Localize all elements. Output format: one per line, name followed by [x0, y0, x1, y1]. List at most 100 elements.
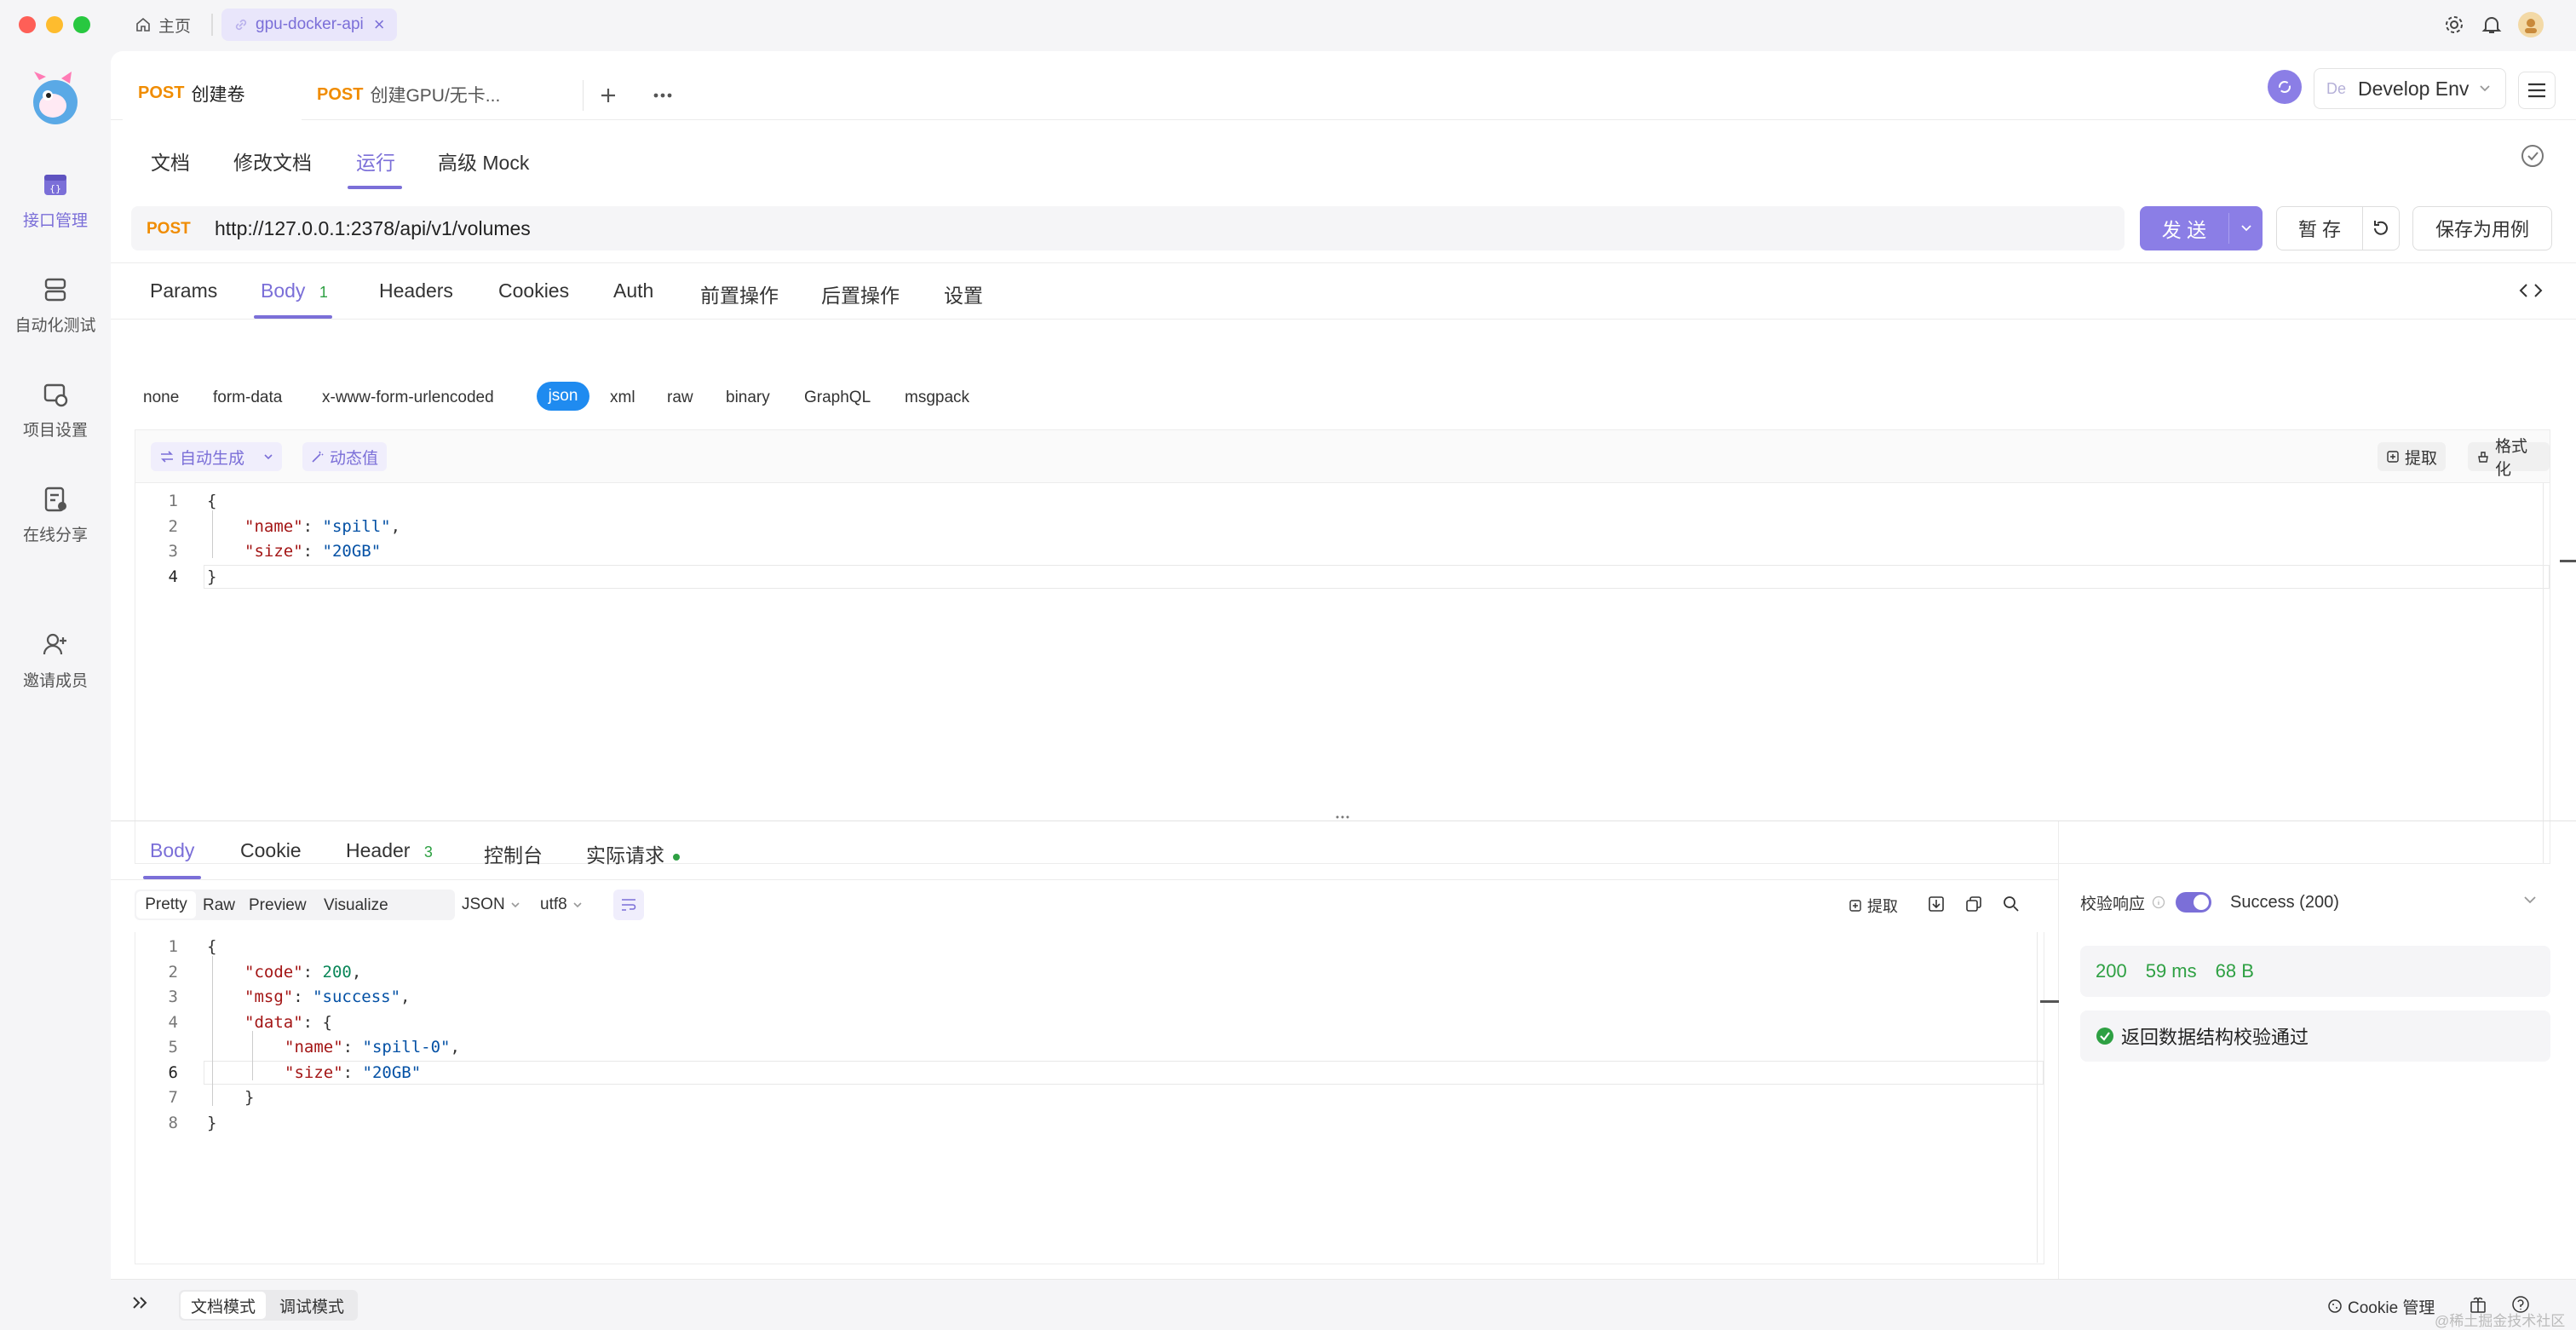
bell-icon[interactable]	[2481, 14, 2503, 36]
word-wrap-icon[interactable]	[613, 890, 644, 920]
zoom-window-button[interactable]	[73, 16, 90, 33]
send-button-group: 发 送	[2140, 206, 2263, 250]
tab-cookies[interactable]: Cookies	[498, 279, 569, 302]
double-chevron-right-icon[interactable]	[131, 1295, 150, 1310]
scrollbar-marker	[2560, 560, 2576, 562]
body-type-raw[interactable]: raw	[667, 389, 693, 407]
request-tab-create-gpu[interactable]: POST 创建GPU/无卡...	[302, 68, 523, 121]
project-tab[interactable]: gpu-docker-api ×	[221, 9, 397, 41]
auto-generate-button[interactable]: 自动生成	[151, 442, 283, 471]
body-type-xml[interactable]: xml	[610, 389, 635, 407]
environment-select[interactable]: De Develop Env	[2314, 68, 2506, 109]
validation-message: 返回数据结构校验通过	[2121, 1027, 2309, 1048]
code-icon[interactable]	[2518, 279, 2544, 302]
rail-item-project-settings[interactable]: 项目设置	[0, 380, 111, 440]
line-number: 8	[168, 1114, 178, 1132]
send-button[interactable]: 发 送	[2140, 206, 2228, 250]
extract-button[interactable]: 提取	[2378, 442, 2447, 471]
request-tab-create-volume[interactable]: POST 创建卷	[123, 68, 302, 121]
request-body-editor[interactable]: 自动生成 动态值 提取 格式化 1 2 3 4 {"name": "spill…	[135, 429, 2576, 864]
body-type-urlencoded[interactable]: x-www-form-urlencoded	[322, 389, 494, 407]
rail-item-autotest[interactable]: 自动化测试	[0, 275, 111, 336]
close-tab-icon[interactable]: ×	[374, 14, 385, 36]
add-tab-icon[interactable]	[595, 82, 622, 109]
body-type-json[interactable]: json	[537, 382, 589, 411]
view-mode-raw[interactable]: Raw	[203, 896, 235, 915]
magic-wand-icon	[311, 450, 325, 463]
settings-icon[interactable]	[2443, 14, 2465, 36]
doc-mode-button[interactable]: 文档模式	[181, 1292, 266, 1319]
response-tab-header[interactable]: Header 3	[346, 839, 433, 862]
body-type-msgpack[interactable]: msgpack	[905, 389, 969, 407]
view-mode-visualize[interactable]: Visualize	[324, 896, 388, 915]
response-tab-cookie[interactable]: Cookie	[240, 839, 302, 862]
format-button[interactable]: 格式化	[2468, 438, 2550, 479]
sync-icon[interactable]	[2268, 70, 2302, 104]
dynamic-value-button[interactable]: 动态值	[302, 442, 388, 471]
url-input[interactable]: http://127.0.0.1:2378/api/v1/volumes	[215, 217, 531, 240]
body-type-form-data[interactable]: form-data	[213, 389, 282, 407]
view-mode-preview[interactable]: Preview	[249, 896, 307, 915]
home-tab[interactable]: 主页	[135, 9, 191, 41]
url-method[interactable]: POST	[147, 220, 191, 239]
scrollbar-track[interactable]	[2037, 932, 2038, 1263]
chevron-down-icon[interactable]	[2523, 895, 2537, 905]
current-line-highlight	[204, 1061, 2044, 1085]
tab-run[interactable]: 运行	[356, 147, 395, 176]
tab-edit-doc[interactable]: 修改文档	[233, 147, 312, 176]
tab-headers[interactable]: Headers	[379, 279, 453, 302]
line-number: 4	[168, 567, 178, 586]
more-icon[interactable]	[649, 82, 676, 109]
tab-doc[interactable]: 文档	[151, 147, 190, 176]
code-token: "spill-0"	[362, 1038, 451, 1057]
debug-mode-button[interactable]: 调试模式	[267, 1292, 356, 1319]
download-icon[interactable]	[1927, 895, 1946, 913]
response-extract-button[interactable]: 提取	[1849, 895, 1898, 917]
rail-item-share[interactable]: 在线分享	[0, 485, 111, 545]
tab-auth[interactable]: Auth	[613, 279, 653, 302]
user-avatar[interactable]	[2518, 12, 2544, 37]
reset-button[interactable]	[2362, 206, 2400, 250]
copy-icon[interactable]	[1964, 895, 1983, 913]
tab-advanced-mock[interactable]: 高级 Mock	[438, 147, 529, 176]
title-bar: 主页 gpu-docker-api ×	[0, 0, 2576, 51]
tab-settings[interactable]: 设置	[944, 279, 983, 308]
body-type-graphql[interactable]: GraphQL	[804, 389, 871, 407]
body-type-none[interactable]: none	[143, 389, 179, 407]
tab-pre-actions[interactable]: 前置操作	[700, 279, 779, 308]
view-mode-pretty[interactable]: Pretty	[136, 891, 196, 918]
url-bar: POST http://127.0.0.1:2378/api/v1/volume…	[131, 206, 2125, 250]
save-as-case-button[interactable]: 保存为用例	[2412, 206, 2552, 250]
line-number: 1	[168, 492, 178, 510]
code-token: "spill"	[322, 517, 391, 536]
minimize-window-button[interactable]	[46, 16, 63, 33]
close-window-button[interactable]	[19, 16, 36, 33]
response-tab-console[interactable]: 控制台	[484, 839, 543, 868]
body-type-binary[interactable]: binary	[726, 389, 770, 407]
tab-post-actions[interactable]: 后置操作	[821, 279, 900, 308]
save-temp-button[interactable]: 暂 存	[2276, 206, 2363, 250]
search-icon[interactable]	[2002, 895, 2021, 913]
format-select[interactable]: JSON	[450, 890, 520, 920]
tab-body[interactable]: Body 1	[261, 279, 328, 302]
validation-toggle[interactable]	[2176, 892, 2212, 913]
tab-params[interactable]: Params	[150, 279, 217, 302]
menu-icon[interactable]	[2518, 72, 2556, 109]
history-icon[interactable]	[2518, 141, 2547, 170]
cookie-management-button[interactable]: Cookie 管理	[2327, 1295, 2435, 1317]
response-body-viewer[interactable]: 1 2 3 4 5 6 7 8 { "code": 200, "msg": "s…	[135, 932, 2059, 1264]
response-size: 68 B	[2215, 960, 2254, 982]
active-tab-underline	[348, 186, 402, 189]
response-tab-actual-request[interactable]: 实际请求	[586, 839, 681, 868]
encoding-select[interactable]: utf8	[528, 890, 583, 920]
rail-item-api[interactable]: {} 接口管理	[0, 170, 111, 231]
drag-handle-icon[interactable]	[1334, 815, 1351, 820]
rail-item-label: 邀请成员	[22, 672, 88, 690]
send-dropdown-icon[interactable]	[2230, 206, 2263, 250]
rail-item-invite[interactable]: 邀请成员	[0, 630, 111, 691]
response-tab-body[interactable]: Body	[150, 839, 194, 862]
scrollbar-track[interactable]	[2543, 483, 2544, 863]
chevron-down-icon[interactable]	[263, 453, 273, 460]
cookie-icon	[2327, 1298, 2343, 1314]
auto-generate-label: 自动生成	[180, 449, 245, 468]
